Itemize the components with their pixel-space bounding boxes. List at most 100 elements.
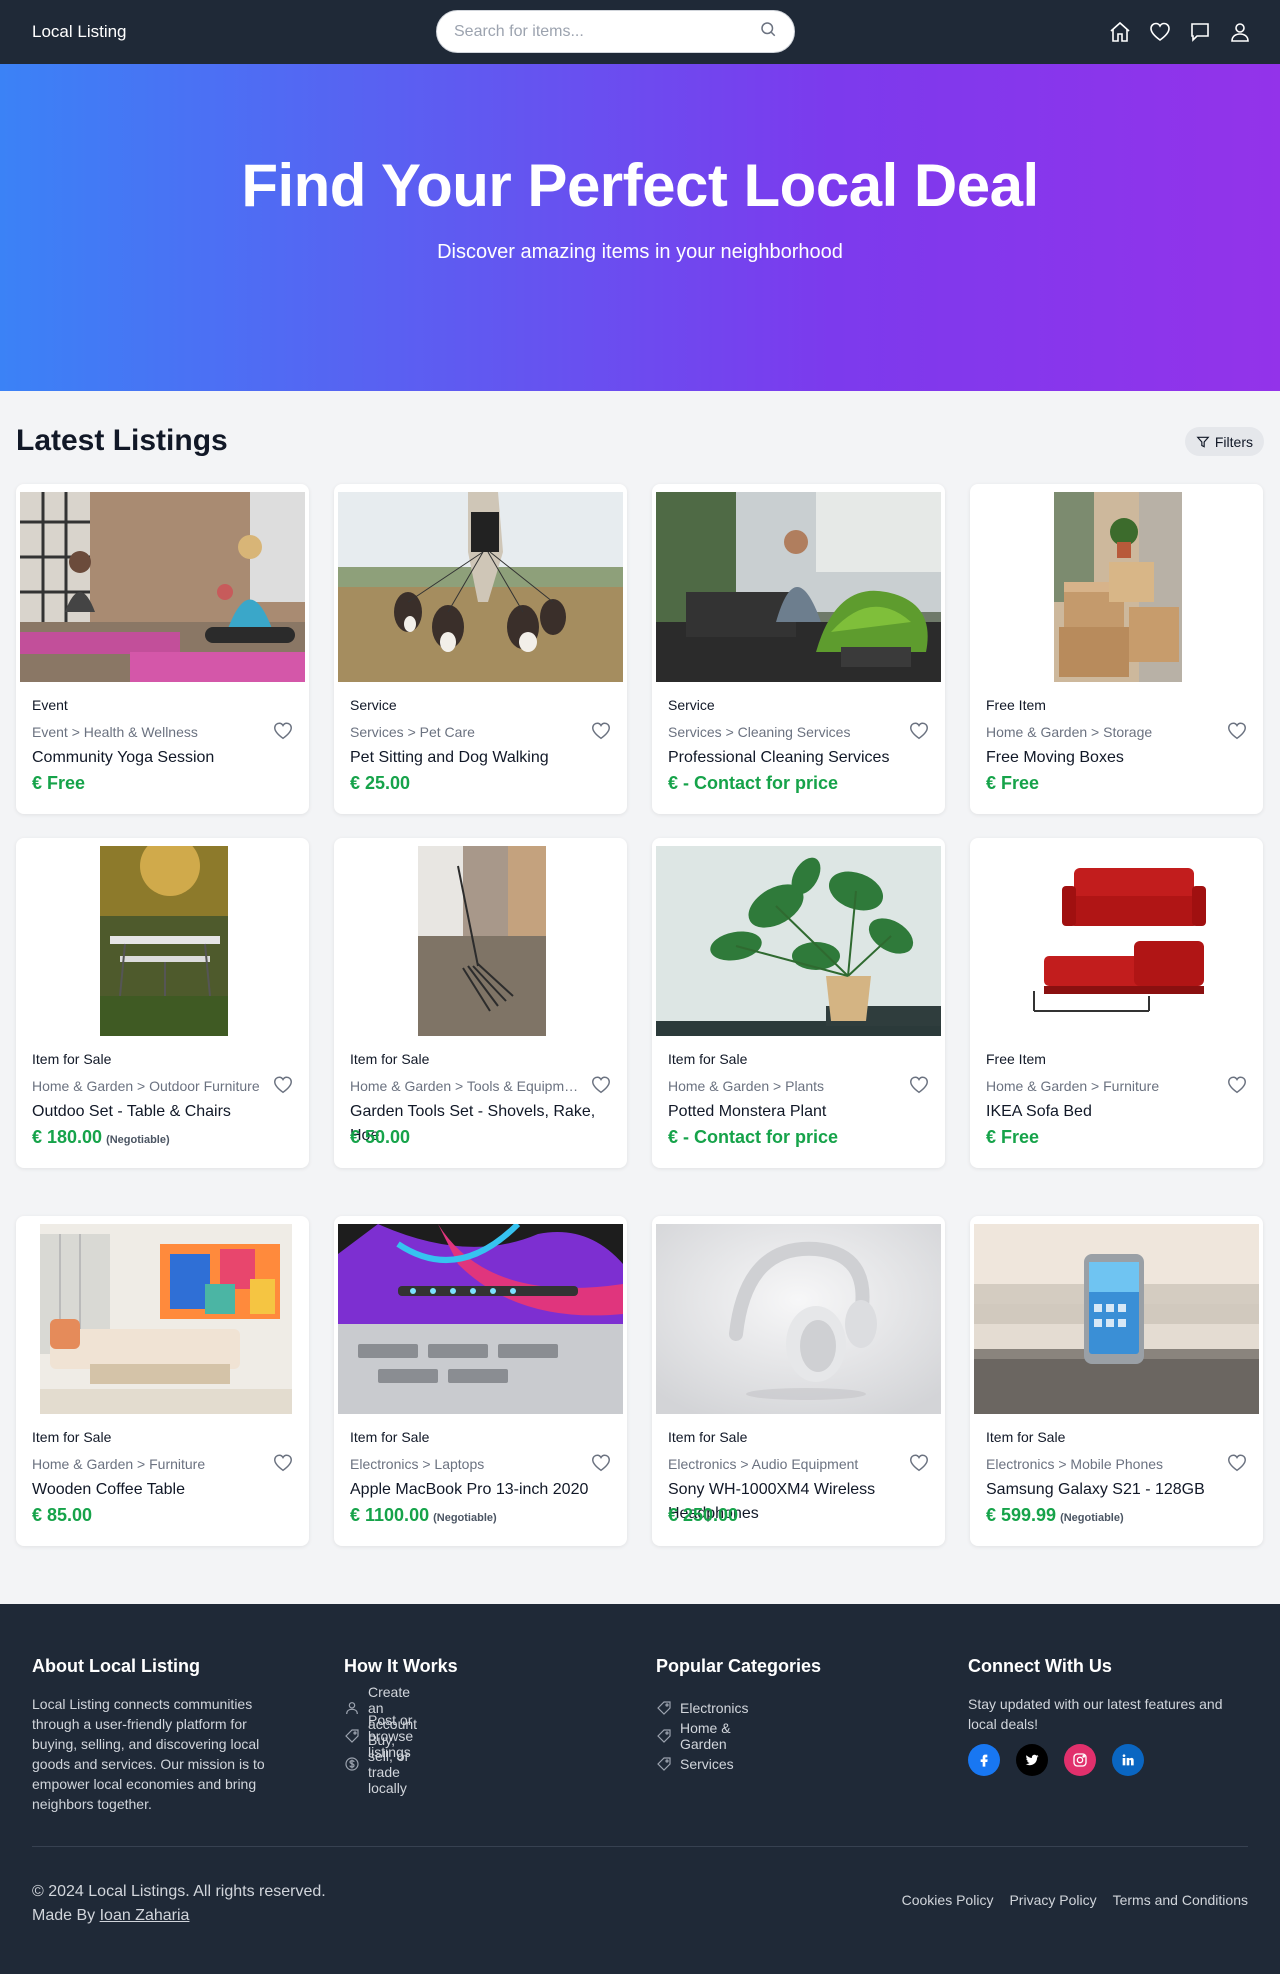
footer-how-title: How It Works xyxy=(344,1656,458,1676)
listing-title[interactable]: Community Yoga Session xyxy=(32,746,297,770)
favorite-heart-icon[interactable] xyxy=(590,720,612,742)
listing-card[interactable]: Item for Sale Home & Garden > Furniture … xyxy=(16,1216,309,1546)
favorite-heart-icon[interactable] xyxy=(908,720,930,742)
listing-image[interactable] xyxy=(20,846,305,1036)
hero-subtitle: Discover amazing items in your neighborh… xyxy=(437,241,843,263)
listing-title[interactable]: Apple MacBook Pro 13-inch 2020 xyxy=(350,1478,615,1502)
price-value: € - Contact for price xyxy=(668,1127,839,1147)
home-icon[interactable] xyxy=(1108,20,1132,44)
listing-category: Home & Garden > Storage xyxy=(986,724,1153,740)
listing-category: Services > Pet Care xyxy=(350,724,475,740)
listing-image[interactable] xyxy=(656,492,941,682)
listing-price: € 1100.00 (Negotiable) xyxy=(350,1505,497,1526)
how-item-label: Buy, sell, or trade locally xyxy=(368,1732,410,1796)
listing-type: Item for Sale xyxy=(668,1429,748,1445)
linkedin-icon[interactable] xyxy=(1112,1744,1144,1776)
chat-icon[interactable] xyxy=(1188,20,1212,44)
user-icon[interactable] xyxy=(1228,20,1252,44)
footer-category-services[interactable]: Services xyxy=(656,1750,748,1778)
listing-card[interactable]: Event Event > Health & Wellness Communit… xyxy=(16,484,309,814)
heart-icon[interactable] xyxy=(1148,20,1172,44)
favorite-heart-icon[interactable] xyxy=(272,720,294,742)
listing-title[interactable]: Professional Cleaning Services xyxy=(668,746,933,770)
favorite-heart-icon[interactable] xyxy=(1226,720,1248,742)
footer-about-text: Local Listing connects communities throu… xyxy=(32,1696,265,1812)
facebook-icon[interactable] xyxy=(968,1744,1000,1776)
listing-category: Electronics > Mobile Phones xyxy=(986,1456,1164,1472)
listing-category: Electronics > Laptops xyxy=(350,1456,485,1472)
search-input[interactable] xyxy=(454,22,759,41)
listing-title[interactable]: Pet Sitting and Dog Walking xyxy=(350,746,615,770)
listing-title[interactable]: Potted Monstera Plant xyxy=(668,1100,933,1124)
listing-type: Item for Sale xyxy=(350,1429,430,1445)
favorite-heart-icon[interactable] xyxy=(590,1452,612,1474)
favorite-heart-icon[interactable] xyxy=(590,1074,612,1096)
listing-card[interactable]: Free Item Home & Garden > Furniture IKEA… xyxy=(970,838,1263,1168)
listing-category: Home & Garden > Outdoor Furniture xyxy=(32,1078,260,1094)
listing-category: Home & Garden > Plants xyxy=(668,1078,825,1094)
listing-image[interactable] xyxy=(338,1224,623,1414)
listing-title[interactable]: Outdoo Set - Table & Chairs xyxy=(32,1100,297,1124)
category-label: Home & Garden xyxy=(680,1720,731,1752)
listing-card[interactable]: Item for Sale Home & Garden > Plants Pot… xyxy=(652,838,945,1168)
listing-image[interactable] xyxy=(20,492,305,682)
listing-image[interactable] xyxy=(20,1224,305,1414)
listing-price: € 250.00 xyxy=(668,1505,742,1526)
listing-title[interactable]: Samsung Galaxy S21 - 128GB xyxy=(986,1478,1251,1502)
listing-image[interactable] xyxy=(974,1224,1259,1414)
how-item-buy-sell: Buy, sell, or trade locally xyxy=(344,1732,417,1796)
price-value: € Free xyxy=(986,773,1040,793)
author-link[interactable]: Ioan Zaharia xyxy=(100,1907,190,1924)
search-icon[interactable] xyxy=(759,20,777,43)
listing-card[interactable]: Item for Sale Home & Garden > Tools & Eq… xyxy=(334,838,627,1168)
footer-category-electronics[interactable]: Electronics xyxy=(656,1694,748,1722)
listing-type: Free Item xyxy=(986,697,1046,713)
listing-title[interactable]: IKEA Sofa Bed xyxy=(986,1100,1251,1124)
listing-type: Item for Sale xyxy=(350,1051,430,1067)
listing-type: Item for Sale xyxy=(986,1429,1066,1445)
price-value: € 50.00 xyxy=(350,1127,411,1147)
footer-category-home-garden[interactable]: Home & Garden xyxy=(656,1720,748,1752)
listing-card[interactable]: Service Services > Cleaning Services Pro… xyxy=(652,484,945,814)
favorite-heart-icon[interactable] xyxy=(272,1452,294,1474)
filters-button[interactable]: Filters xyxy=(1184,427,1264,456)
favorite-heart-icon[interactable] xyxy=(1226,1452,1248,1474)
privacy-policy-link[interactable]: Privacy Policy xyxy=(1009,1892,1096,1908)
listing-title[interactable]: Free Moving Boxes xyxy=(986,746,1251,770)
listing-card[interactable]: Item for Sale Home & Garden > Outdoor Fu… xyxy=(16,838,309,1168)
listing-card[interactable]: Item for Sale Electronics > Audio Equipm… xyxy=(652,1216,945,1546)
listing-card[interactable]: Free Item Home & Garden > Storage Free M… xyxy=(970,484,1263,814)
listing-type: Event xyxy=(32,697,68,713)
tag-icon xyxy=(657,1757,671,1771)
price-value: € Free xyxy=(986,1127,1040,1147)
listing-image[interactable] xyxy=(338,846,623,1036)
favorite-heart-icon[interactable] xyxy=(908,1452,930,1474)
site-logo[interactable]: Local Listing xyxy=(32,22,127,42)
footer-about-title: About Local Listing xyxy=(32,1656,200,1676)
listing-card[interactable]: Item for Sale Electronics > Laptops Appl… xyxy=(334,1216,627,1546)
twitter-icon[interactable] xyxy=(1016,1744,1048,1776)
top-navbar: Local Listing xyxy=(0,0,1280,64)
listing-card[interactable]: Item for Sale Electronics > Mobile Phone… xyxy=(970,1216,1263,1546)
listing-category: Electronics > Audio Equipment xyxy=(668,1456,859,1472)
listing-type: Item for Sale xyxy=(668,1051,748,1067)
listing-image[interactable] xyxy=(656,846,941,1036)
favorite-heart-icon[interactable] xyxy=(908,1074,930,1096)
listing-image[interactable] xyxy=(974,492,1259,682)
cookies-policy-link[interactable]: Cookies Policy xyxy=(902,1892,994,1908)
favorite-heart-icon[interactable] xyxy=(1226,1074,1248,1096)
instagram-icon[interactable] xyxy=(1064,1744,1096,1776)
footer-categories-title: Popular Categories xyxy=(656,1656,822,1676)
favorite-heart-icon[interactable] xyxy=(272,1074,294,1096)
section-title: Latest Listings xyxy=(16,424,228,457)
listing-title[interactable]: Wooden Coffee Table xyxy=(32,1478,297,1502)
listing-image[interactable] xyxy=(338,492,623,682)
listing-card[interactable]: Service Services > Pet Care Pet Sitting … xyxy=(334,484,627,814)
terms-conditions-link[interactable]: Terms and Conditions xyxy=(1113,1892,1248,1908)
copyright-text: © 2024 Local Listings. All rights reserv… xyxy=(32,1883,326,1900)
copyright-block: © 2024 Local Listings. All rights reserv… xyxy=(32,1880,326,1928)
footer-legal-links: Cookies Policy Privacy Policy Terms and … xyxy=(902,1892,1248,1908)
listing-image[interactable] xyxy=(974,846,1259,1036)
listing-image[interactable] xyxy=(656,1224,941,1414)
user-icon xyxy=(346,1702,358,1715)
